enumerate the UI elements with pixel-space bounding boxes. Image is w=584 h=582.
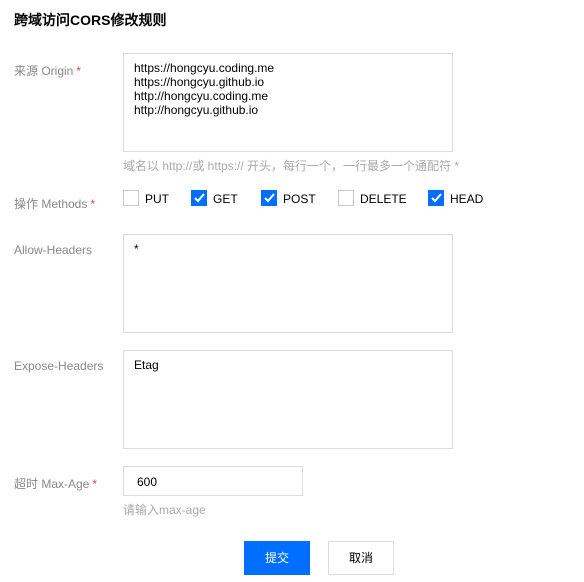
required-mark: *: [90, 197, 96, 211]
origin-hint: 域名以 http://或 https:// 开头，每行一个，一行最多一个通配符 …: [123, 159, 460, 173]
expose-headers-textarea[interactable]: Etag: [123, 350, 453, 449]
origin-label: 来源 Origin *: [14, 62, 81, 79]
dialog-title: 跨域访问CORS修改规则: [14, 12, 167, 28]
max-age-input[interactable]: 600: [123, 466, 303, 496]
checkbox-box[interactable]: [261, 190, 277, 206]
method-post-label: POST: [283, 192, 316, 206]
methods-label-text: 操作 Methods: [14, 197, 88, 211]
origin-label-text: 来源 Origin: [14, 64, 74, 78]
check-icon: [431, 193, 442, 203]
required-mark: *: [92, 477, 98, 491]
method-head-label: HEAD: [450, 192, 484, 206]
origin-line: https://hongcyu.github.io: [134, 75, 265, 89]
methods-label: 操作 Methods *: [14, 195, 95, 212]
checkbox-box[interactable]: [191, 190, 207, 206]
check-icon: [194, 193, 205, 203]
checkbox-box[interactable]: [338, 190, 354, 206]
cancel-button[interactable]: 取消: [328, 541, 394, 575]
check-icon: [264, 193, 275, 203]
max-age-hint: 请输入max-age: [123, 503, 206, 517]
method-delete-label: DELETE: [360, 192, 407, 206]
max-age-label-text: 超时 Max-Age: [14, 477, 90, 491]
checkbox-box[interactable]: [428, 190, 444, 206]
submit-button[interactable]: 提交: [244, 541, 310, 575]
allow-headers-textarea[interactable]: *: [123, 234, 453, 333]
max-age-label: 超时 Max-Age *: [14, 475, 97, 492]
origin-line: https://hongcyu.coding.me: [134, 61, 275, 75]
method-get-label: GET: [213, 192, 238, 206]
origin-textarea[interactable]: https://hongcyu.coding.me https://hongcy…: [123, 53, 453, 152]
allow-headers-value: *: [134, 242, 139, 256]
required-mark: *: [76, 64, 82, 78]
expose-headers-value: Etag: [134, 358, 159, 372]
checkbox-box[interactable]: [123, 190, 139, 206]
expose-headers-label: Expose-Headers: [14, 359, 104, 373]
method-put-label: PUT: [145, 192, 169, 206]
origin-line: http://hongcyu.github.io: [134, 103, 259, 117]
allow-headers-label: Allow-Headers: [14, 243, 93, 257]
origin-line: http://hongcyu.coding.me: [134, 89, 269, 103]
